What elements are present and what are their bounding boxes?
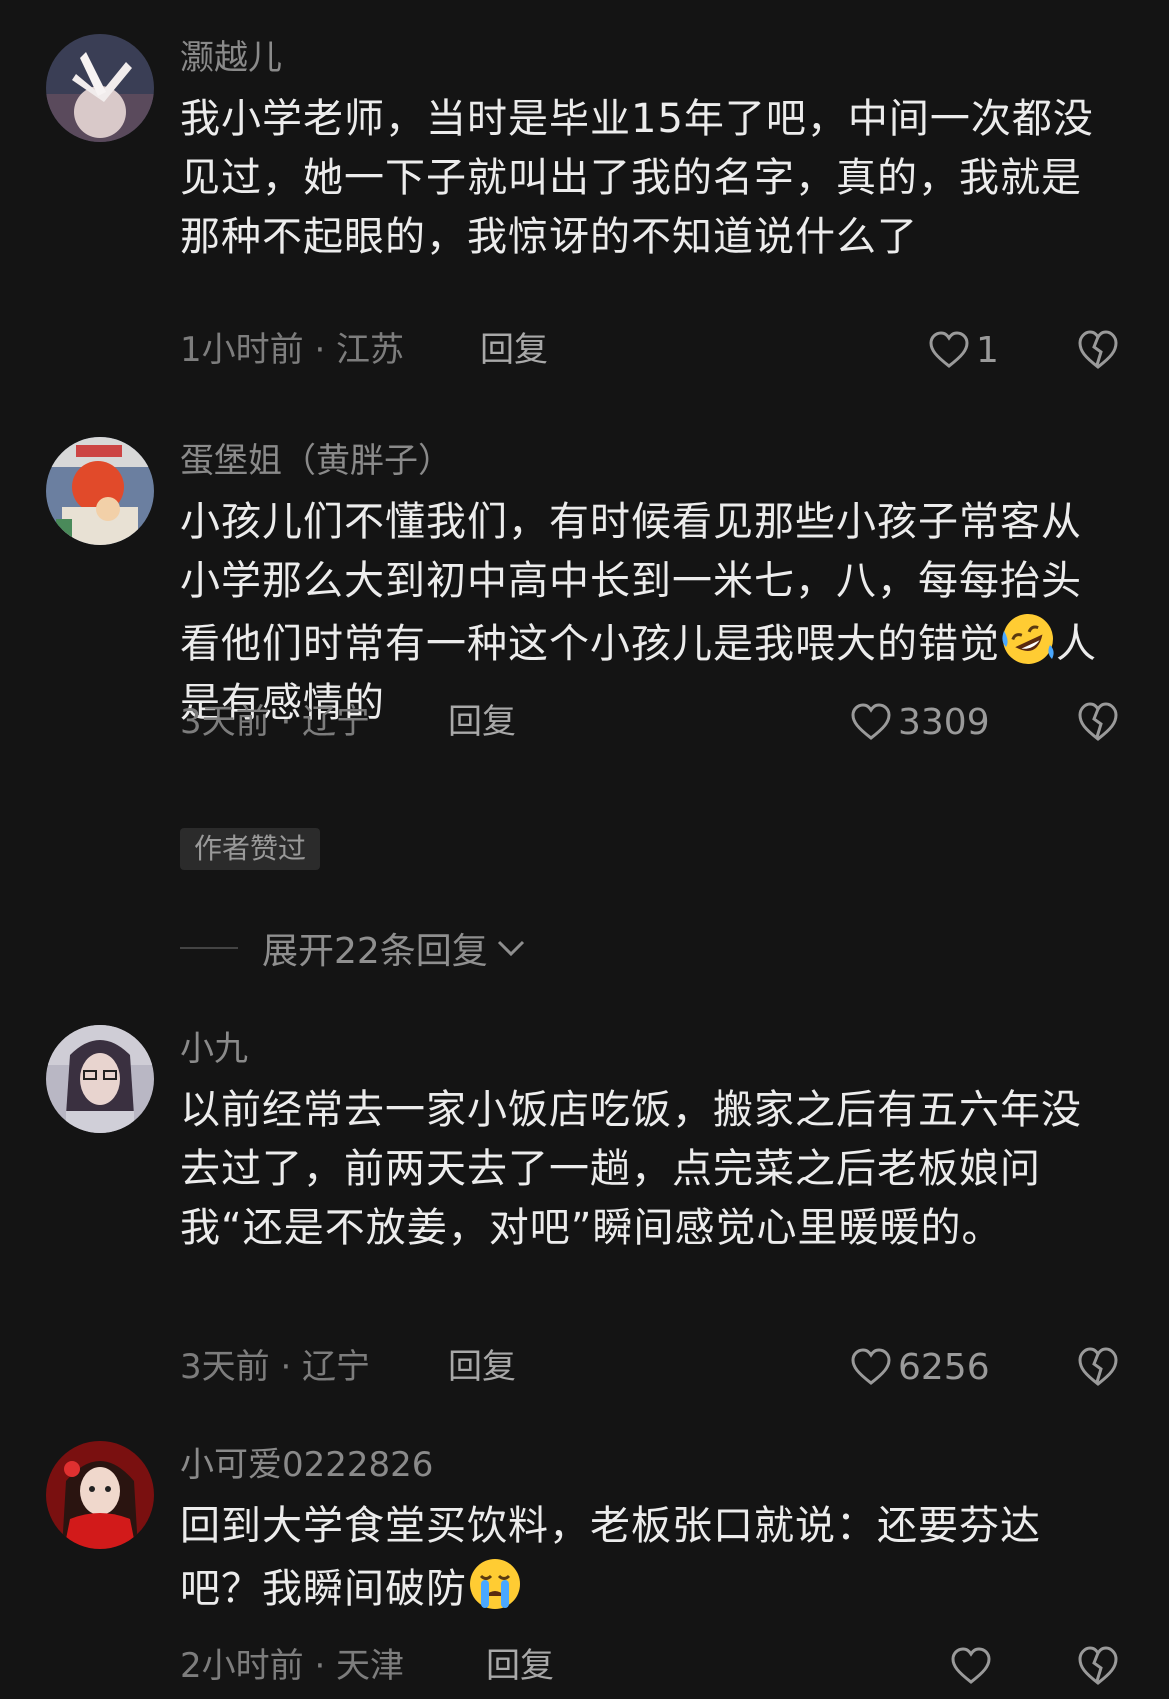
like-button[interactable]: 3309	[850, 697, 990, 747]
comment-meta-row: 2小时前 · 天津 回复	[180, 1641, 1120, 1691]
like-count: 6256	[898, 1346, 990, 1388]
comment-meta-row: 3天前 · 辽宁 回复 3309	[180, 697, 1120, 747]
comment-username[interactable]: 蛋堡姐（黄胖子）	[180, 439, 452, 483]
comment-time-location: 1小时前 · 江苏	[180, 330, 405, 370]
heart-outline-icon	[929, 331, 969, 368]
comment-username[interactable]: 灏越儿	[180, 36, 282, 80]
comment-time-location: 2小时前 · 天津	[180, 1646, 405, 1686]
broken-heart-icon	[1078, 702, 1118, 741]
dislike-button[interactable]	[1076, 1344, 1120, 1388]
dislike-button[interactable]	[1076, 1643, 1120, 1687]
reply-button[interactable]: 回复	[486, 1641, 554, 1691]
comment-username[interactable]: 小九	[180, 1027, 248, 1071]
broken-heart-icon	[1078, 330, 1118, 369]
avatar[interactable]	[46, 1441, 154, 1549]
like-count: 3309	[898, 701, 990, 743]
comment-text-part: 回到大学食堂买饮料，老板张口就说：还要芬达吧？我瞬间破防	[180, 1503, 1041, 1612]
heart-outline-icon	[851, 703, 891, 740]
comment-time-location: 3天前 · 辽宁	[180, 1347, 371, 1387]
author-liked-badge: 作者赞过	[180, 828, 321, 870]
like-button[interactable]: 6256	[850, 1342, 990, 1392]
loudly-crying-emoji-icon	[467, 1556, 523, 1612]
divider	[180, 947, 238, 949]
broken-heart-icon	[1078, 1646, 1118, 1685]
heart-outline-icon	[851, 1348, 891, 1385]
like-button[interactable]	[950, 1641, 998, 1691]
avatar[interactable]	[46, 437, 154, 545]
comment-text: 回到大学食堂买饮料，老板张口就说：还要芬达吧？我瞬间破防	[180, 1497, 1110, 1619]
dislike-button[interactable]	[1076, 327, 1120, 371]
like-count: 1	[976, 329, 999, 371]
comment-text: 以前经常去一家小饭店吃饭，搬家之后有五六年没去过了，前两天去了一趟，点完菜之后老…	[180, 1087, 1082, 1251]
reply-button[interactable]: 回复	[480, 325, 548, 375]
comment-username[interactable]: 小可爱0222826	[180, 1443, 433, 1487]
comment-meta-row: 1小时前 · 江苏 回复 1	[180, 325, 1120, 375]
expand-replies-label: 展开22条回复	[262, 931, 488, 972]
comment-text: 我小学老师，当时是毕业15年了吧，中间一次都没见过，她一下子就叫出了我的名字，真…	[180, 96, 1094, 260]
comment-meta-row: 3天前 · 辽宁 回复 6256	[180, 1342, 1120, 1392]
avatar[interactable]	[46, 34, 154, 142]
expand-replies-button[interactable]: 展开22条回复	[180, 923, 526, 973]
reply-button[interactable]: 回复	[448, 697, 516, 747]
heart-outline-icon	[951, 1647, 991, 1684]
broken-heart-icon	[1078, 1347, 1118, 1386]
dislike-button[interactable]	[1076, 699, 1120, 743]
chevron-down-icon	[497, 940, 524, 957]
avatar[interactable]	[46, 1025, 154, 1133]
comment-text-part: 小孩儿们不懂我们，有时候看见那些小孩子常客从小学那么大到初中高中长到一米七，八，…	[180, 499, 1082, 667]
like-button[interactable]: 1	[928, 325, 999, 375]
reply-button[interactable]: 回复	[448, 1342, 516, 1392]
comment-time-location: 3天前 · 辽宁	[180, 702, 371, 742]
rolling-laughing-emoji-icon	[1000, 611, 1056, 667]
